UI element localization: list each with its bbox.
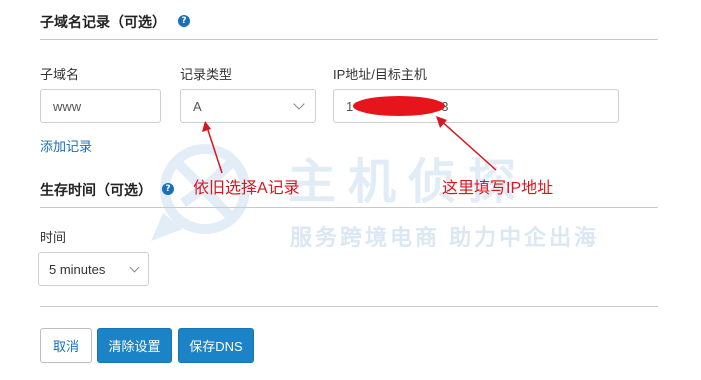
watermark-slogan: 服务跨境电商 助力中企出海 xyxy=(290,225,600,250)
help-icon[interactable]: ? xyxy=(162,183,174,195)
time-select[interactable]: 5 minutes xyxy=(38,252,149,286)
chevron-down-icon xyxy=(129,262,140,272)
record-type-value: A xyxy=(193,98,202,114)
annotation-arrow-icon xyxy=(436,116,497,171)
section-divider xyxy=(40,207,658,208)
subdomain-input[interactable]: www xyxy=(40,89,161,123)
ttl-section-title: 生存时间（可选） xyxy=(40,182,152,198)
chevron-down-icon xyxy=(293,98,305,110)
annotation-select-a: 依旧选择A记录 xyxy=(193,180,300,197)
annotation-arrow-icon xyxy=(202,121,223,174)
target-label: IP地址/目标主机 xyxy=(333,67,427,82)
subdomain-section-title: 子域名记录（可选） xyxy=(40,14,166,30)
save-dns-button[interactable]: 保存DNS xyxy=(178,328,254,363)
help-icon[interactable]: ? xyxy=(178,15,190,27)
cancel-button[interactable]: 取消 xyxy=(40,328,92,363)
clear-settings-button[interactable]: 清除设置 xyxy=(97,328,172,363)
section-divider xyxy=(40,39,658,40)
subdomain-label: 子域名 xyxy=(40,67,80,82)
annotation-fill-ip: 这里填写IP地址 xyxy=(442,180,554,197)
time-label: 时间 xyxy=(40,230,67,245)
time-value: 5 minutes xyxy=(49,261,106,277)
subdomain-input-value: www xyxy=(53,98,82,114)
footer-divider xyxy=(40,306,658,307)
record-type-label: 记录类型 xyxy=(180,67,233,82)
add-record-link[interactable]: 添加记录 xyxy=(40,136,92,155)
